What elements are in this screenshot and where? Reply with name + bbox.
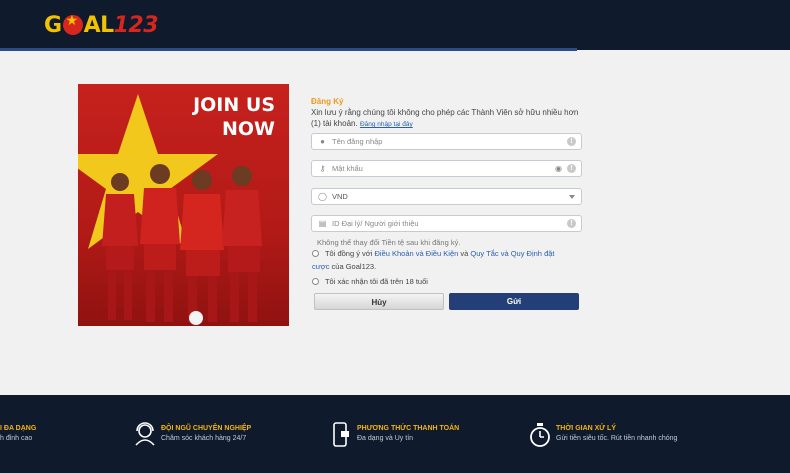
logo-letter-g: G bbox=[44, 12, 62, 38]
terms-checkbox-row[interactable]: Tôi đồng ý với Điều Khoản và Điều Kiện v… bbox=[312, 247, 557, 273]
feature-payment: PHƯƠNG THỨC THANH TOÁN Đa dạng và Uy tín bbox=[357, 425, 459, 442]
account-note: Xin lưu ý rằng chúng tôi không cho phép … bbox=[311, 107, 586, 130]
form-title: Đăng Ký bbox=[311, 97, 344, 106]
password-field[interactable]: ⚷ Mật khẩu ◉ ! bbox=[311, 160, 582, 177]
feature-desc: h đỉnh cao bbox=[0, 435, 33, 442]
feature-variety: I ĐA DẠNG h đỉnh cao bbox=[0, 425, 36, 442]
football-players-image bbox=[102, 164, 262, 325]
feature-desc: Đa dạng và Uy tín bbox=[357, 435, 414, 442]
support-headset-icon bbox=[135, 422, 155, 446]
currency-icon: ◯ bbox=[318, 192, 327, 201]
currency-select[interactable]: ◯ VND bbox=[311, 188, 582, 205]
info-icon: ! bbox=[567, 137, 576, 146]
logo-ball-icon bbox=[62, 13, 83, 35]
age-confirm-text: Tôi xác nhận tôi đã trên 18 tuổi bbox=[324, 277, 428, 286]
age-checkbox-row[interactable]: Tôi xác nhận tôi đã trên 18 tuổi bbox=[312, 275, 557, 288]
header-underline bbox=[0, 48, 577, 51]
feature-title: ĐỘI NGŨ CHUYÊN NGHIỆP bbox=[161, 425, 252, 432]
age-checkbox[interactable] bbox=[312, 278, 319, 285]
terms-prefix: Tôi đồng ý với bbox=[324, 249, 373, 258]
account-note-text: Xin lưu ý rằng chúng tôi không cho phép … bbox=[311, 108, 579, 128]
feature-title: THỜI GIAN XỬ LÝ bbox=[556, 425, 617, 432]
id-card-icon: ▤ bbox=[318, 219, 327, 228]
chevron-down-icon bbox=[569, 194, 575, 199]
feature-desc: Chăm sóc khách hàng 24/7 bbox=[161, 435, 247, 442]
goal123-logo[interactable]: G AL123 bbox=[44, 12, 159, 38]
info-icon: ! bbox=[567, 164, 576, 173]
banner-join-text: JOIN US bbox=[193, 94, 275, 116]
key-icon: ⚷ bbox=[319, 164, 326, 173]
banner-now-text: NOW bbox=[221, 118, 275, 140]
currency-hint: Không thể thay đổi Tiền tệ sau khi đăng … bbox=[317, 238, 461, 247]
submit-button[interactable]: Gửi bbox=[449, 293, 579, 310]
cancel-button[interactable]: Hủy bbox=[314, 293, 444, 310]
terms-and: và bbox=[460, 249, 469, 258]
agent-id-placeholder: ID Đại lý/ Người giới thiệu bbox=[332, 219, 419, 228]
logo-letters-al: AL bbox=[83, 12, 115, 38]
user-icon: ● bbox=[320, 137, 325, 146]
username-placeholder: Tên đăng nhập bbox=[332, 137, 383, 146]
feature-desc: Gửi tiền siêu tốc. Rút tiền nhanh chóng bbox=[556, 435, 678, 442]
info-icon: ! bbox=[567, 219, 576, 228]
mobile-payment-icon bbox=[333, 422, 349, 447]
logo-number: 123 bbox=[113, 12, 159, 38]
terms-suffix: của Goal123. bbox=[331, 262, 377, 271]
show-password-icon[interactable]: ◉ bbox=[554, 164, 563, 173]
agent-id-field[interactable]: ▤ ID Đại lý/ Người giới thiệu ! bbox=[311, 215, 582, 232]
feature-processing-time: THỜI GIAN XỬ LÝ Gửi tiền siêu tốc. Rút t… bbox=[556, 425, 677, 442]
stopwatch-icon bbox=[530, 423, 550, 447]
login-here-link[interactable]: Đăng nhập tại đây bbox=[360, 121, 413, 128]
password-placeholder: Mật khẩu bbox=[332, 164, 363, 173]
currency-value: VND bbox=[332, 192, 348, 201]
terms-checkbox[interactable] bbox=[312, 250, 319, 257]
feature-title: I ĐA DẠNG bbox=[0, 425, 37, 432]
feature-title: PHƯƠNG THỨC THANH TOÁN bbox=[357, 425, 460, 432]
terms-conditions-link[interactable]: Điều Khoản và Điều Kiện bbox=[375, 249, 459, 258]
username-field[interactable]: ● Tên đăng nhập ! bbox=[311, 133, 582, 150]
join-us-banner: JOIN US NOW bbox=[78, 84, 289, 326]
feature-support: ĐỘI NGŨ CHUYÊN NGHIỆP Chăm sóc khách hàn… bbox=[161, 425, 251, 442]
